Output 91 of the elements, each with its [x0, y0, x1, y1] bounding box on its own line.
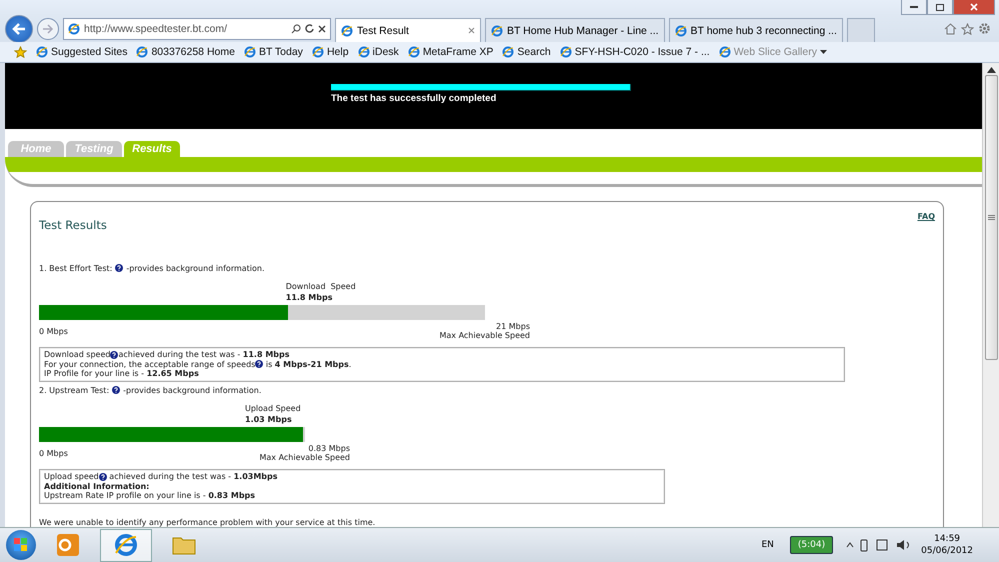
- browser-icon: [491, 24, 503, 36]
- footer-message: We were unable to identify any performance problem with your service at this time.: [39, 518, 376, 527]
- test-heading: 2. Upstream Test:: [39, 386, 110, 395]
- info-text: Upstream Rate IP profile on your line is - 0.83 Mbps: [44, 491, 256, 501]
- mail-app-icon: [57, 534, 79, 556]
- minimize-icon: [910, 6, 918, 8]
- folder-icon: [172, 535, 196, 555]
- favorite-link[interactable]: SFY-HSH-C020 - Issue 7 - ...: [560, 46, 710, 58]
- refresh-icon: [305, 24, 314, 33]
- browser-tab[interactable]: BT Home Hub Manager - Line ...: [485, 18, 665, 42]
- clock-time[interactable]: 14:59: [934, 534, 960, 544]
- scale-max: 0.83 Mbps: [308, 444, 350, 454]
- taskbar-app[interactable]: [100, 528, 152, 562]
- favorite-link[interactable]: MetaFrame XP: [408, 46, 494, 58]
- settings-icon[interactable]: [978, 22, 991, 35]
- close-icon: [318, 24, 326, 32]
- browser-icon: [718, 46, 731, 58]
- favorite-link[interactable]: 803376258 Home: [136, 46, 235, 58]
- language-indicator[interactable]: EN: [761, 540, 774, 550]
- scale-max: 21 Mbps: [495, 322, 530, 331]
- browser-icon: [408, 46, 420, 58]
- clock-date[interactable]: 05/06/2012: [921, 546, 973, 556]
- browser-icon: [674, 24, 687, 36]
- help-icon[interactable]: [115, 264, 124, 272]
- grip-icon: [988, 214, 994, 220]
- favorites-star-icon[interactable]: [14, 46, 27, 58]
- help-icon[interactable]: [255, 360, 264, 368]
- scale-min: 0 Mbps: [39, 327, 68, 336]
- browser-icon: [114, 533, 138, 557]
- maximize-icon: [936, 4, 944, 10]
- dropdown-caret-icon: [820, 50, 827, 54]
- scale-max-label: Max Achievable Speed: [259, 453, 350, 462]
- browser-tab[interactable]: BT home hub 3 reconnecting ...: [668, 18, 843, 42]
- close-button[interactable]: [953, 0, 995, 15]
- back-arrow-icon: [12, 22, 26, 34]
- home-icon[interactable]: [944, 22, 957, 34]
- faq-link[interactable]: FAQ: [917, 212, 935, 221]
- browser-icon: [36, 46, 48, 58]
- scrollbar[interactable]: [982, 63, 999, 527]
- info-text: Download speed: [44, 350, 110, 360]
- test-heading: 1. Best Effort Test:: [39, 264, 112, 273]
- scroll-up-icon[interactable]: [986, 67, 996, 73]
- info-text: is 4 Mbps-21 Mbps.: [264, 360, 352, 370]
- scale-min: 0 Mbps: [39, 449, 68, 458]
- browser-icon: [502, 46, 514, 58]
- favorite-link[interactable]: Search: [502, 46, 551, 58]
- forward-button[interactable]: [37, 18, 59, 40]
- info-text: Additional Information:: [44, 482, 150, 492]
- help-icon[interactable]: [110, 350, 118, 359]
- info-text: Upload speed: [44, 472, 99, 482]
- help-icon[interactable]: [112, 386, 120, 394]
- meter-value: 11.8 Mbps: [286, 294, 334, 302]
- status-message: The test has successfully completed: [331, 93, 498, 104]
- info-text: IP Profile for your line is - 12.65 Mbps: [44, 369, 199, 379]
- favorite-link[interactable]: Help: [312, 46, 349, 58]
- browser-icon: [244, 46, 256, 58]
- meter-label: Upload Speed: [245, 404, 302, 413]
- help-icon[interactable]: [98, 473, 107, 482]
- browser-icon: [358, 46, 370, 58]
- close-icon: [468, 27, 475, 34]
- start-button[interactable]: [6, 530, 36, 560]
- star-icon[interactable]: [961, 22, 974, 34]
- meter-value: 1.03 Mbps: [245, 416, 293, 424]
- close-icon: [970, 3, 978, 11]
- favorite-link[interactable]: iDesk: [358, 46, 399, 58]
- forward-arrow-icon: [42, 24, 54, 34]
- browser-icon: [341, 24, 353, 36]
- search-icon: [291, 24, 301, 34]
- browser-icon: [136, 46, 148, 58]
- favorite-link[interactable]: BT Today: [244, 46, 303, 58]
- test-hint: -provides background information.: [126, 264, 265, 273]
- url-text: http://www.speedtester.bt.com/: [84, 22, 228, 34]
- browser-icon: [68, 22, 80, 34]
- scroll-thumb[interactable]: [984, 75, 998, 360]
- maximize-button[interactable]: [927, 0, 953, 15]
- meter-label: Download Speed: [286, 282, 357, 291]
- info-text: achieved during the test was - 1.03Mbps: [108, 472, 278, 482]
- back-button[interactable]: [5, 14, 33, 42]
- browser-tab[interactable]: Test Result: [335, 18, 481, 42]
- minimize-button[interactable]: [901, 0, 927, 15]
- test-hint: -provides background information.: [123, 386, 262, 395]
- battery-indicator[interactable]: (5:04): [790, 536, 834, 554]
- browser-icon: [312, 46, 324, 58]
- info-text: For your connection, the acceptable range of speeds: [44, 360, 256, 370]
- browser-icon: [560, 46, 572, 58]
- windows-logo-icon: [14, 538, 28, 552]
- address-bar[interactable]: http://www.speedtester.bt.com/: [63, 18, 331, 40]
- info-text: achieved during the test was - 11.8 Mbps: [118, 350, 290, 360]
- card-title: Test Results: [39, 218, 107, 232]
- scale-max-label: Max Achievable Speed: [439, 330, 530, 340]
- favorite-link[interactable]: Suggested Sites: [36, 46, 128, 58]
